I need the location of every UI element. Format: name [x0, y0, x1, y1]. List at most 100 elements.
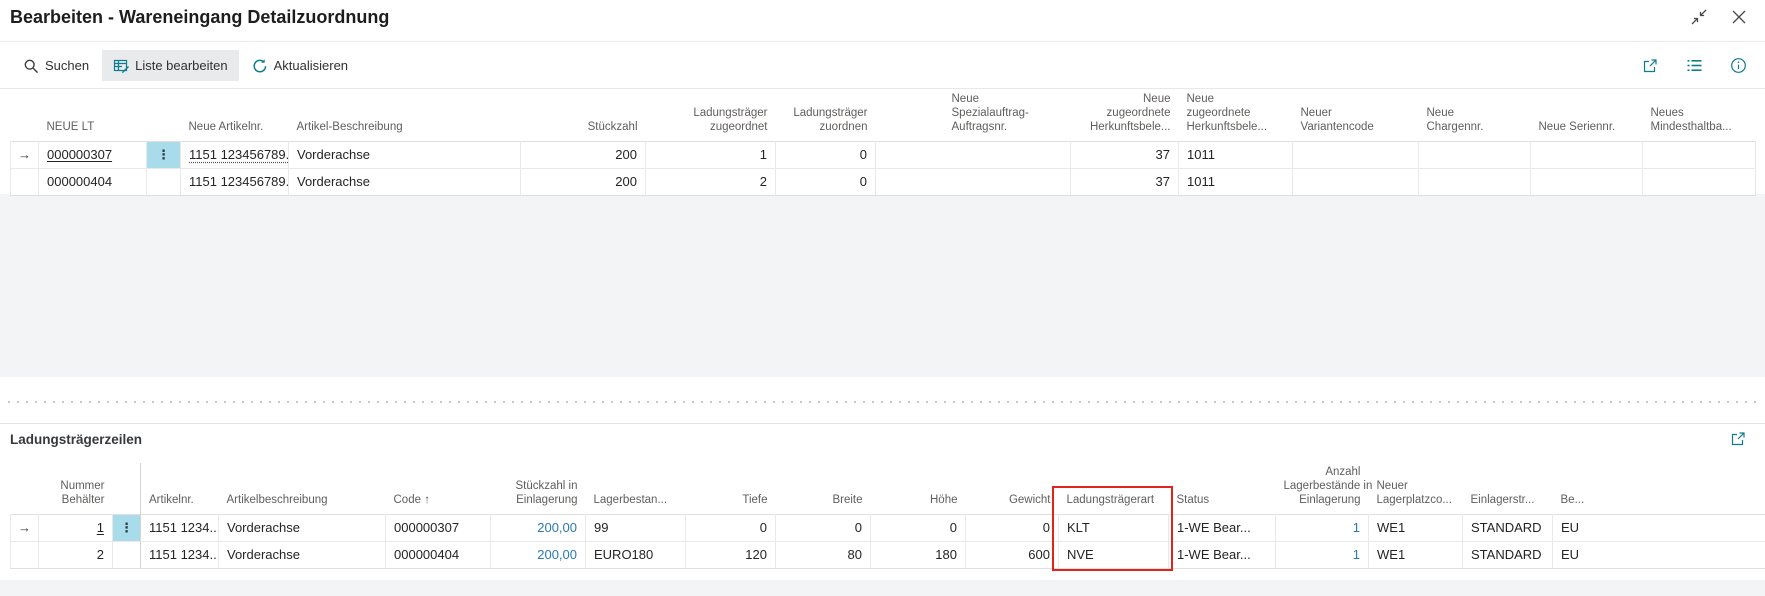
more-options-icon[interactable]: ⋮ — [147, 141, 181, 168]
cell-nummer-behaelter[interactable]: 2 — [39, 541, 113, 568]
cell-seriennr[interactable] — [1531, 168, 1643, 195]
cell-gewicht[interactable]: 0 — [966, 514, 1059, 541]
cell-herkunftsbeleg-2[interactable]: 1011 — [1179, 168, 1293, 195]
show-list-icon[interactable] — [1685, 57, 1703, 75]
col-artikel-beschreibung[interactable]: Artikel-Beschreibung — [289, 90, 521, 141]
col-stueckzahl[interactable]: Stückzahl — [521, 90, 646, 141]
more-options-cell[interactable] — [147, 168, 181, 195]
cell-neue-lt[interactable]: 000000307 — [39, 141, 147, 168]
table-row[interactable]: → 000000307 ⋮ 1151 123456789... Vorderac… — [11, 141, 1756, 168]
cell-tiefe[interactable]: 0 — [686, 514, 776, 541]
cell-tiefe[interactable]: 120 — [686, 541, 776, 568]
col-neuer-lagerplatzcode[interactable]: Neuer Lagerplatzco... — [1369, 463, 1463, 514]
cell-zuordnen[interactable]: 0 — [776, 141, 876, 168]
cell-hoehe[interactable]: 180 — [871, 541, 966, 568]
cell-neue-artikelnr[interactable]: 1151 123456789... — [181, 168, 289, 195]
col-mindesthaltbarkeit[interactable]: Neues Mindesthaltba... — [1643, 90, 1756, 141]
col-neue-artikelnr[interactable]: Neue Artikelnr. — [181, 90, 289, 141]
cell-artikelnr[interactable]: 1151 1234... — [141, 541, 219, 568]
cell-herkunftsbeleg-2[interactable]: 1011 — [1179, 141, 1293, 168]
col-nummer-behaelter[interactable]: Nummer Behälter — [39, 463, 113, 514]
table-row[interactable]: 000000404 1151 123456789... Vorderachse … — [11, 168, 1756, 195]
col-code-sorted[interactable]: Code ↑ — [386, 463, 491, 514]
col-gewicht[interactable]: Gewicht — [966, 463, 1059, 514]
cell-variantencode[interactable] — [1293, 141, 1419, 168]
cell-artikelbeschreibung[interactable]: Vorderachse — [219, 541, 386, 568]
cell-zugeordnet[interactable]: 1 — [646, 141, 776, 168]
col-artikelnr[interactable]: Artikelnr. — [141, 463, 219, 514]
col-anzahl-lagerbestaende[interactable]: Anzahl Lagerbestände in Einlagerung — [1276, 463, 1369, 514]
col-stueckzahl-einlagerung[interactable]: Stückzahl in Einlagerung — [491, 463, 586, 514]
col-variantencode[interactable]: Neuer Variantencode — [1293, 90, 1419, 141]
cell-einlagerstrategie[interactable]: STANDARD — [1463, 514, 1553, 541]
cell-spezialauftrag[interactable] — [876, 168, 1071, 195]
cell-stueckzahl[interactable]: 200 — [521, 141, 646, 168]
cell-mindesthaltbarkeit[interactable] — [1643, 168, 1756, 195]
col-breite[interactable]: Breite — [776, 463, 871, 514]
cell-chargennr[interactable] — [1419, 168, 1531, 195]
cell-stueckzahl[interactable]: 200 — [521, 168, 646, 195]
cell-zugeordnet[interactable]: 2 — [646, 168, 776, 195]
cell-truncated[interactable]: EU — [1553, 514, 1765, 541]
col-lagerbestand[interactable]: Lagerbestan... — [586, 463, 686, 514]
cell-artikel-beschreibung[interactable]: Vorderachse — [289, 141, 521, 168]
cell-artikelbeschreibung[interactable]: Vorderachse — [219, 514, 386, 541]
cell-status[interactable]: 1-WE Bear... — [1169, 541, 1276, 568]
cell-truncated[interactable]: EU — [1553, 541, 1765, 568]
part-separator[interactable] — [8, 401, 1759, 403]
cell-hoehe[interactable]: 0 — [871, 514, 966, 541]
col-ladungstraeger-zuordnen[interactable]: Ladungsträger zuordnen — [776, 90, 876, 141]
close-icon[interactable] — [1729, 7, 1749, 27]
collapse-diagonal-icon[interactable] — [1689, 7, 1709, 27]
more-options-cell[interactable] — [113, 541, 141, 568]
edit-list-button[interactable]: Liste bearbeiten — [102, 50, 239, 81]
cell-mindesthaltbarkeit[interactable] — [1643, 141, 1756, 168]
col-ladungstraeger-zugeordnet[interactable]: Ladungsträger zugeordnet — [646, 90, 776, 141]
share-icon[interactable] — [1730, 430, 1747, 447]
cell-anzahl[interactable]: 1 — [1276, 541, 1369, 568]
cell-artikel-beschreibung[interactable]: Vorderachse — [289, 168, 521, 195]
cell-status[interactable]: 1-WE Bear... — [1169, 514, 1276, 541]
cell-lagerbestand[interactable]: EURO180 — [586, 541, 686, 568]
col-hoehe[interactable]: Höhe — [871, 463, 966, 514]
cell-neue-lt[interactable]: 000000404 — [39, 168, 147, 195]
cell-herkunftsbeleg-1[interactable]: 37 — [1071, 168, 1179, 195]
col-chargennr[interactable]: Neue Chargennr. — [1419, 90, 1531, 141]
cell-chargennr[interactable] — [1419, 141, 1531, 168]
col-herkunftsbeleg-1[interactable]: Neue zugeordnete Herkunftsbele... — [1071, 90, 1179, 141]
cell-artikelnr[interactable]: 1151 1234... — [141, 514, 219, 541]
share-icon[interactable] — [1641, 57, 1659, 75]
cell-stueckzahl-einlagerung[interactable]: 200,00 — [491, 514, 586, 541]
col-status[interactable]: Status — [1169, 463, 1276, 514]
more-options-icon[interactable]: ⋮ — [113, 514, 141, 541]
refresh-button[interactable]: Aktualisieren — [241, 50, 359, 81]
cell-einlagerstrategie[interactable]: STANDARD — [1463, 541, 1553, 568]
col-truncated[interactable]: Be... — [1553, 463, 1765, 514]
cell-zuordnen[interactable]: 0 — [776, 168, 876, 195]
cell-nummer-behaelter[interactable]: 1 — [39, 514, 113, 541]
cell-gewicht[interactable]: 600 — [966, 541, 1059, 568]
cell-breite[interactable]: 0 — [776, 514, 871, 541]
info-icon[interactable] — [1729, 57, 1747, 75]
cell-spezialauftrag[interactable] — [876, 141, 1071, 168]
col-neue-lt[interactable]: NEUE LT — [39, 90, 147, 141]
search-button[interactable]: Suchen — [12, 50, 100, 81]
cell-seriennr[interactable] — [1531, 141, 1643, 168]
cell-lagerplatzcode[interactable]: WE1 — [1369, 514, 1463, 541]
cell-code[interactable]: 000000307 — [386, 514, 491, 541]
cell-neue-artikelnr[interactable]: 1151 123456789... — [181, 141, 289, 168]
cell-stueckzahl-einlagerung[interactable]: 200,00 — [491, 541, 586, 568]
col-seriennr[interactable]: Neue Seriennr. — [1531, 90, 1643, 141]
table-row[interactable]: 2 1151 1234... Vorderachse 000000404 200… — [11, 541, 1765, 568]
cell-code[interactable]: 000000404 — [386, 541, 491, 568]
table-row[interactable]: → 1 ⋮ 1151 1234... Vorderachse 000000307… — [11, 514, 1765, 541]
cell-lagerbestand[interactable]: 99 — [586, 514, 686, 541]
col-artikelbeschreibung[interactable]: Artikelbeschreibung — [219, 463, 386, 514]
cell-breite[interactable]: 80 — [776, 541, 871, 568]
col-einlagerstrategie[interactable]: Einlagerstr... — [1463, 463, 1553, 514]
cell-herkunftsbeleg-1[interactable]: 37 — [1071, 141, 1179, 168]
cell-ladungstraegerart[interactable]: KLT — [1059, 514, 1169, 541]
col-herkunftsbeleg-2[interactable]: Neue zugeordnete Herkunftsbele... — [1179, 90, 1293, 141]
col-spezialauftrag[interactable]: Neue Spezialauftrag- Auftragsnr. — [876, 90, 1071, 141]
cell-lagerplatzcode[interactable]: WE1 — [1369, 541, 1463, 568]
